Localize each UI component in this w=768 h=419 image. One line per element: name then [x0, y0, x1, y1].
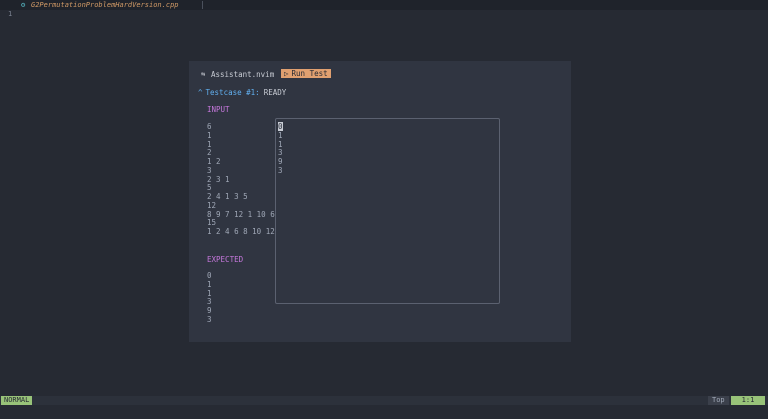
- list-item: 3: [278, 165, 283, 175]
- expected-header: EXPECTED: [207, 255, 244, 264]
- tab-bar: ⚙ G2PermutationProblemHardVersion.cpp: [0, 0, 768, 10]
- expected-list: 011393: [207, 271, 212, 325]
- list-item: 2 4 1 3 5: [207, 192, 248, 201]
- run-test-label: Run Test: [291, 69, 328, 78]
- list-item: 2 3 1: [207, 174, 230, 184]
- testcase-label: Testcase #1:: [205, 88, 260, 97]
- input-list: 61121 232 3 152 4 1 3 5 12 8 9 7 12 1 10 6…: [207, 122, 275, 237]
- line-number: 1: [8, 10, 13, 18]
- list-item: 6: [207, 122, 212, 131]
- list-item: 1 2 4 6 8 10 12: [207, 227, 275, 236]
- list-item: 1: [207, 130, 212, 140]
- input-header: INPUT: [207, 105, 230, 114]
- tab-separator: [202, 1, 203, 9]
- list-item: 1 2: [207, 157, 221, 166]
- chevron-up-icon[interactable]: ^: [198, 88, 203, 97]
- play-icon: ▷: [284, 69, 289, 78]
- testcase-status: READY: [263, 88, 287, 97]
- output-textbox[interactable]: 011393: [275, 118, 500, 304]
- status-bar: NORMAL Top 1:1: [0, 396, 768, 405]
- testcase-row[interactable]: ^ Testcase #1: READY: [198, 88, 286, 97]
- cursor-position: 1:1: [731, 396, 765, 405]
- run-test-button[interactable]: ▷ Run Test: [281, 69, 331, 78]
- list-item: 3: [207, 314, 212, 324]
- mode-indicator: NORMAL: [1, 396, 33, 405]
- scroll-position: Top: [708, 396, 729, 405]
- assistant-panel: ⇆ Assistant.nvim ▷ Run Test ^ Testcase #1:…: [189, 61, 571, 342]
- list-item: 8 9 7 12 1 10 6: [207, 209, 275, 219]
- plugin-title: Assistant.nvim: [211, 70, 275, 79]
- file-tab[interactable]: G2PermutationProblemHardVersion.cpp: [31, 0, 179, 10]
- text-cursor: 0: [278, 122, 283, 131]
- gear-icon: ⚙: [21, 1, 26, 9]
- output-list: 011393: [278, 122, 283, 176]
- list-item: 1: [207, 139, 212, 149]
- plugin-icon: ⇆: [201, 70, 206, 78]
